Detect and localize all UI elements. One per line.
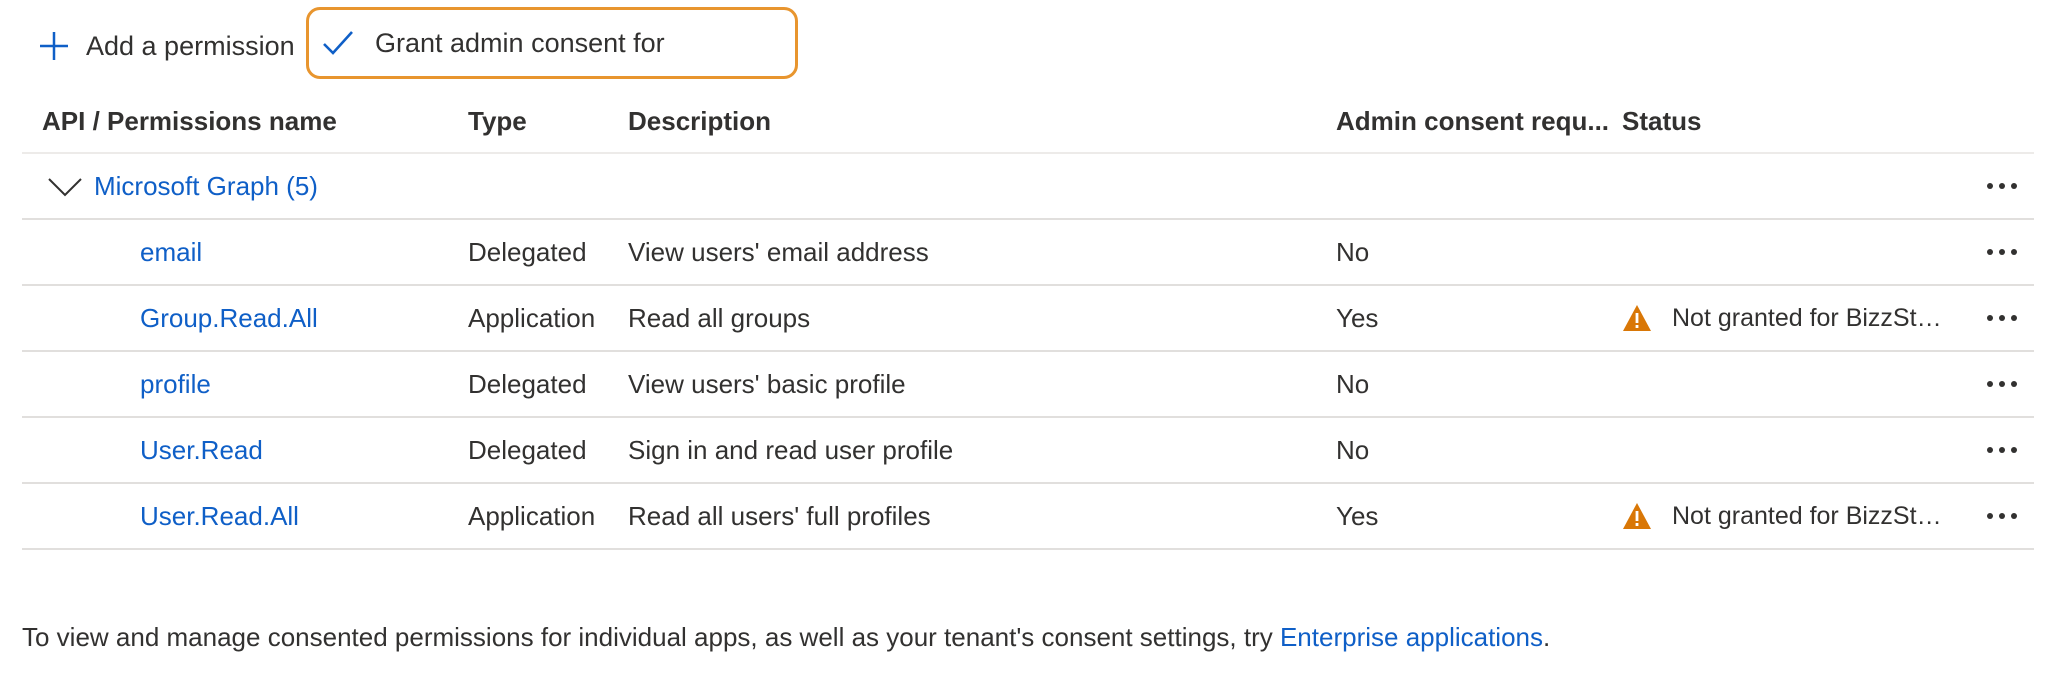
table-header: API / Permissions name Type Description … (22, 90, 2034, 154)
admin-consent-required: No (1336, 368, 1370, 399)
header-name[interactable]: API / Permissions name (42, 90, 442, 152)
group-label[interactable]: Microsoft Graph (5) (94, 171, 318, 202)
warning-icon (1623, 503, 1651, 529)
permission-description: Sign in and read user profile (628, 434, 954, 465)
group-row-microsoft-graph[interactable]: Microsoft Graph (5) (22, 154, 2034, 220)
row-more-button[interactable] (1972, 484, 2032, 548)
admin-consent-required: Yes (1336, 500, 1379, 531)
status-cell: Not granted for BizzStream (1622, 286, 1982, 350)
table-row: profile Delegated View users' basic prof… (22, 352, 2034, 418)
permission-name-link[interactable]: Group.Read.All (140, 303, 318, 334)
permission-type: Delegated (468, 236, 587, 267)
header-status[interactable]: Status (1622, 90, 1982, 152)
more-icon (1983, 239, 2021, 265)
permission-type: Delegated (468, 368, 587, 399)
table-row: User.Read.All Application Read all users… (22, 484, 2034, 550)
permission-name-link[interactable]: User.Read (140, 435, 263, 466)
status-text: Not granted for BizzStream (1672, 501, 1947, 530)
row-more-button[interactable] (1972, 220, 2032, 284)
grant-admin-consent-button[interactable]: Grant admin consent for (306, 7, 798, 79)
permission-name-link[interactable]: User.Read.All (140, 501, 299, 532)
add-permission-label: Add a permission (86, 30, 295, 61)
permission-description: View users' email address (628, 236, 929, 267)
command-bar: Add a permission Grant admin consent for (0, 0, 2058, 90)
grant-admin-consent-label: Grant admin consent for (375, 27, 665, 58)
footer-text: To view and manage consented permissions… (22, 622, 1280, 652)
permission-description: Read all users' full profiles (628, 500, 931, 531)
more-icon (1983, 173, 2021, 199)
footer-text-end: . (1543, 622, 1551, 652)
header-type[interactable]: Type (468, 90, 618, 152)
chevron-down-icon (48, 178, 82, 197)
permission-name-link[interactable]: email (140, 237, 202, 268)
permission-type: Delegated (468, 434, 587, 465)
status-text: Not granted for BizzStream (1672, 303, 1947, 332)
header-description[interactable]: Description (628, 90, 1318, 152)
row-more-button[interactable] (1972, 418, 2032, 482)
plus-icon (40, 32, 68, 60)
permission-description: Read all groups (628, 302, 811, 333)
group-toggle[interactable]: Microsoft Graph (5) (46, 154, 646, 218)
row-more-button[interactable] (1972, 352, 2032, 416)
checkmark-icon (323, 31, 353, 55)
header-admin-consent[interactable]: Admin consent requ... (1336, 90, 1626, 152)
more-icon (1983, 371, 2021, 397)
group-more-button[interactable] (1972, 154, 2032, 218)
table-row: Group.Read.All Application Read all grou… (22, 286, 2034, 352)
permission-name-link[interactable]: profile (140, 369, 211, 400)
admin-consent-required: No (1336, 434, 1370, 465)
more-icon (1983, 437, 2021, 463)
status-cell: Not granted for BizzStream (1622, 484, 1982, 548)
permissions-table: API / Permissions name Type Description … (22, 90, 2034, 550)
row-more-button[interactable] (1972, 286, 2032, 350)
admin-consent-required: Yes (1336, 302, 1379, 333)
admin-consent-required: No (1336, 236, 1370, 267)
table-row: User.Read Delegated Sign in and read use… (22, 418, 2034, 484)
add-permission-button[interactable]: Add a permission (38, 26, 295, 66)
more-icon (1983, 503, 2021, 529)
more-icon (1983, 305, 2021, 331)
permission-type: Application (468, 302, 596, 333)
table-row: email Delegated View users' email addres… (22, 220, 2034, 286)
permission-type: Application (468, 500, 596, 531)
permission-description: View users' basic profile (628, 368, 906, 399)
enterprise-applications-link[interactable]: Enterprise applications (1280, 622, 1543, 652)
warning-icon (1623, 305, 1651, 331)
footer-note: To view and manage consented permissions… (22, 622, 1550, 653)
